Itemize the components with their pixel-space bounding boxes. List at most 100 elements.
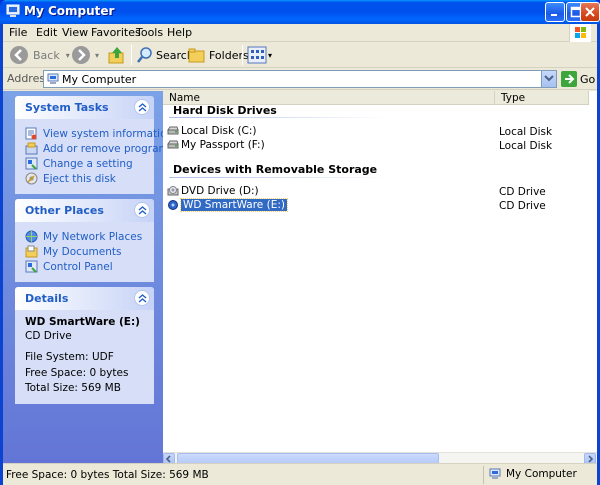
control-panel-icon	[25, 260, 38, 273]
windows-logo-icon	[569, 24, 591, 42]
menu-tools[interactable]: Tools	[136, 26, 163, 39]
menu-help[interactable]: Help	[167, 26, 192, 39]
back-button[interactable]: Back ▾	[9, 44, 70, 66]
views-icon	[247, 46, 267, 64]
change-setting-link[interactable]: Change a setting	[25, 156, 146, 171]
chevron-up-icon	[138, 294, 147, 303]
details-header[interactable]: Details	[15, 287, 154, 310]
control-panel-icon	[25, 157, 38, 170]
status-bar: Free Space: 0 bytes Total Size: 569 MB M…	[3, 463, 597, 485]
eject-disk-icon	[25, 172, 38, 185]
toolbar: Back ▾ ▾ Search Folders ▾	[3, 42, 597, 68]
back-arrow-icon	[10, 46, 28, 64]
file-list-view[interactable]: Name Type Hard Disk Drives Local Disk (C…	[163, 91, 597, 465]
column-name-header[interactable]: Name	[163, 91, 495, 105]
column-header: Name Type	[163, 91, 589, 105]
menu-favorites[interactable]: Favorites	[91, 26, 141, 39]
title-bar[interactable]: My Computer	[0, 0, 600, 24]
group-removable-storage: Devices with Removable Storage	[173, 163, 378, 176]
close-button[interactable]	[580, 2, 600, 22]
system-tasks-panel: System Tasks View system information Add…	[15, 96, 174, 194]
my-documents-link[interactable]: My Documents	[25, 244, 146, 259]
menu-bar: File Edit View Favorites Tools Help	[3, 24, 597, 42]
address-dropdown-button[interactable]	[541, 71, 556, 87]
collapse-button[interactable]	[134, 202, 150, 218]
column-type-header[interactable]: Type	[495, 91, 589, 105]
other-places-header[interactable]: Other Places	[15, 199, 154, 222]
status-location-label: My Computer	[506, 468, 577, 480]
search-icon	[137, 47, 152, 63]
details-title: Details	[25, 292, 69, 305]
add-remove-programs-link[interactable]: Add or remove programs	[25, 141, 174, 156]
back-label: Back	[33, 48, 60, 62]
views-button[interactable]: ▾	[247, 44, 272, 66]
go-button[interactable]: Go	[561, 71, 595, 87]
details-name: WD SmartWare (E:)	[25, 316, 140, 328]
forward-dropdown-icon[interactable]: ▾	[95, 51, 99, 60]
list-item[interactable]: Local Disk (C:)	[167, 124, 257, 138]
details-filesystem: File System: UDF	[25, 351, 114, 363]
my-network-places-link[interactable]: My Network Places	[25, 229, 146, 244]
collapse-button[interactable]	[134, 290, 150, 306]
group-hard-disk-drives: Hard Disk Drives	[173, 104, 277, 117]
address-field[interactable]: My Computer	[43, 70, 557, 88]
details-free-space: Free Space: 0 bytes	[25, 366, 129, 379]
item-type: Local Disk	[499, 140, 553, 152]
wd-smartware-drive-icon	[168, 200, 178, 210]
group-divider	[169, 117, 389, 118]
dvd-drive-icon	[167, 186, 179, 196]
view-system-info-link[interactable]: View system information	[25, 126, 173, 141]
add-remove-programs-icon	[25, 142, 38, 155]
back-dropdown-icon[interactable]: ▾	[66, 51, 70, 60]
list-item[interactable]: My Passport (F:)	[167, 138, 265, 152]
up-folder-button[interactable]	[107, 44, 127, 66]
hard-disk-icon	[167, 140, 179, 149]
system-tasks-header[interactable]: System Tasks	[15, 96, 154, 119]
status-text: Free Space: 0 bytes Total Size: 569 MB	[6, 469, 209, 481]
system-tasks-title: System Tasks	[25, 101, 109, 114]
forward-button[interactable]: ▾	[71, 44, 99, 66]
explorer-window: My Computer File Edit View Favorites Too…	[0, 0, 600, 485]
task-pane: System Tasks View system information Add…	[3, 91, 174, 463]
details-total-size: Total Size: 569 MB	[25, 382, 121, 394]
system-info-icon	[25, 127, 37, 140]
list-item-selected[interactable]: WD SmartWare (E:)	[167, 198, 288, 212]
status-location: My Computer	[489, 468, 577, 480]
minimize-icon	[551, 14, 557, 16]
my-computer-icon	[6, 4, 20, 17]
menu-edit[interactable]: Edit	[36, 26, 57, 39]
window-title: My Computer	[24, 4, 115, 18]
views-dropdown-icon: ▾	[268, 50, 273, 60]
up-folder-icon	[108, 47, 124, 64]
group-divider	[169, 177, 389, 178]
forward-arrow-icon	[72, 46, 90, 64]
item-type: CD Drive	[499, 186, 546, 198]
address-bar: Address My Computer Go	[3, 68, 597, 90]
minimize-button[interactable]	[545, 2, 565, 22]
other-places-panel: Other Places My Network Places My Docume…	[15, 199, 154, 282]
details-kind: CD Drive	[25, 329, 72, 342]
search-button[interactable]: Search	[136, 44, 194, 66]
network-places-icon	[25, 230, 38, 243]
chevron-up-icon	[138, 103, 147, 112]
folders-icon	[188, 48, 205, 63]
chevron-up-icon	[138, 206, 147, 215]
eject-disk-link[interactable]: Eject this disk	[25, 171, 146, 186]
item-type: CD Drive	[499, 200, 546, 212]
my-documents-icon	[25, 245, 38, 258]
collapse-button[interactable]	[134, 99, 150, 115]
chevron-down-icon	[544, 75, 554, 82]
go-label: Go	[580, 72, 596, 86]
menu-file[interactable]: File	[9, 26, 27, 39]
list-item[interactable]: DVD Drive (D:)	[167, 184, 259, 198]
control-panel-link[interactable]: Control Panel	[25, 259, 146, 274]
hard-disk-icon	[167, 126, 179, 135]
my-computer-icon	[47, 73, 59, 84]
menu-view[interactable]: View	[62, 26, 88, 39]
close-icon	[585, 7, 595, 17]
folders-button[interactable]: Folders	[188, 44, 249, 66]
details-panel: Details WD SmartWare (E:) CD Drive File …	[15, 287, 154, 404]
go-arrow-icon	[561, 71, 577, 87]
address-value: My Computer	[62, 73, 137, 86]
item-type: Local Disk	[499, 126, 553, 138]
